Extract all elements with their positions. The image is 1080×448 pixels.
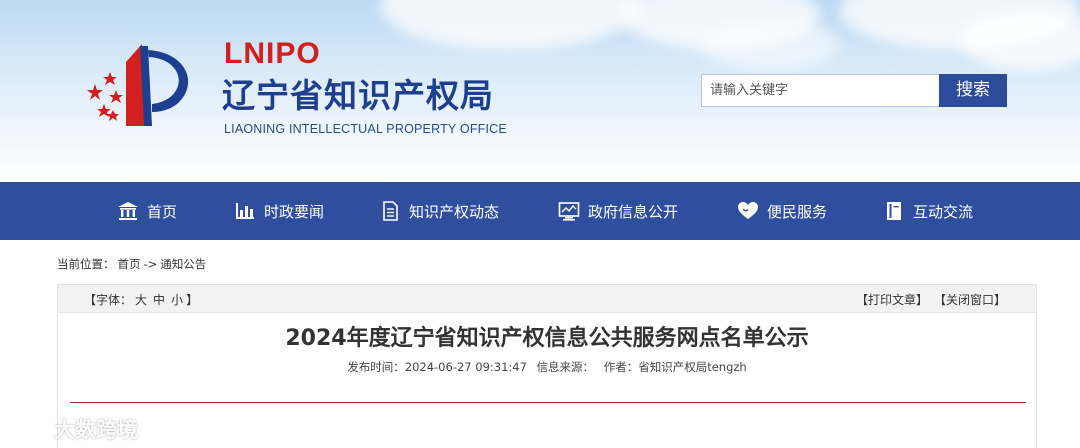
search-input[interactable] [701, 74, 939, 107]
breadcrumb: 当前位置： 首页 -> 通知公告 [57, 256, 209, 272]
nav-label: 时政要闻 [264, 202, 325, 221]
bank-icon [117, 200, 139, 222]
author: 作者：省知识产权局tengzh [603, 360, 747, 374]
article-panel: 【字体：大中小】 【打印文章】 【关闭窗口】 2024年度辽宁省知识产权信息公共服… [57, 284, 1037, 448]
cloud-decoration [960, 10, 1080, 70]
lnipo-logo-icon [87, 44, 189, 126]
watermark-text: 大数跨境 [54, 418, 138, 442]
heart-icon [737, 200, 759, 222]
search-button[interactable]: 搜索 [939, 74, 1007, 107]
nav-item-ip-news[interactable]: 知识产权动态 [379, 182, 499, 240]
main-nav: 首页 时政要闻 知识产权动态 政府信息公开 便民服务 互动交流 [0, 182, 1080, 240]
article-toolbar: 【字体：大中小】 【打印文章】 【关闭窗口】 [58, 285, 1036, 313]
font-size-tools: 【字体：大中小】 [84, 291, 198, 308]
breadcrumb-home-link[interactable]: 首页 [118, 257, 141, 271]
font-medium-button[interactable]: 中 [153, 293, 165, 307]
nav-label: 政府信息公开 [588, 202, 679, 221]
cloud-decoration [380, 0, 640, 50]
watermark: 大数跨境 [8, 414, 138, 444]
book-icon [883, 200, 905, 222]
brand-abbreviation: LNIPO [224, 37, 321, 70]
font-size-close-bracket: 】 [186, 293, 199, 307]
nav-item-news[interactable]: 时政要闻 [234, 182, 324, 240]
watermark-logo-icon [10, 417, 44, 438]
info-source: 信息来源： [536, 360, 595, 374]
close-window-button[interactable]: 【关闭窗口】 [940, 293, 1006, 307]
brand-english-name: LIAONING INTELLECTUAL PROPERTY OFFICE [224, 122, 507, 136]
nav-label: 知识产权动态 [409, 202, 500, 221]
font-large-button[interactable]: 大 [135, 293, 147, 307]
brand-name: 辽宁省知识产权局 [222, 76, 494, 115]
nav-label: 首页 [147, 202, 178, 221]
document-icon [379, 200, 401, 222]
bar-chart-icon [234, 200, 256, 222]
article-meta: 发布时间：2024-06-27 09:31:47 信息来源： 作者：省知识产权局… [58, 359, 1036, 375]
page: LNIPO 辽宁省知识产权局 LIAONING INTELLECTUAL PRO… [0, 0, 1080, 448]
font-size-label: 【字体： [84, 293, 133, 307]
breadcrumb-prefix: 当前位置： [57, 257, 115, 271]
breadcrumb-separator: -> [143, 257, 158, 271]
article-actions: 【打印文章】 【关闭窗口】 [844, 291, 1006, 308]
nav-item-services[interactable]: 便民服务 [737, 182, 827, 240]
nav-item-interaction[interactable]: 互动交流 [883, 182, 973, 240]
cloud-decoration [700, 20, 840, 70]
title-divider [70, 402, 1026, 403]
article-title: 2024年度辽宁省知识产权信息公共服务网点名单公示 [285, 326, 809, 351]
nav-item-gov-info[interactable]: 政府信息公开 [558, 182, 678, 240]
monitor-icon [558, 200, 580, 222]
nav-label: 互动交流 [913, 202, 974, 221]
font-small-button[interactable]: 小 [171, 293, 183, 307]
breadcrumb-current[interactable]: 通知公告 [160, 257, 206, 271]
nav-label: 便民服务 [767, 202, 828, 221]
publish-time: 发布时间：2024-06-27 09:31:47 [347, 360, 527, 374]
search-bar: 搜索 [701, 74, 1007, 107]
site-header: LNIPO 辽宁省知识产权局 LIAONING INTELLECTUAL PRO… [0, 0, 1080, 182]
nav-item-home[interactable]: 首页 [117, 182, 177, 240]
print-article-button[interactable]: 【打印文章】 [856, 293, 928, 307]
